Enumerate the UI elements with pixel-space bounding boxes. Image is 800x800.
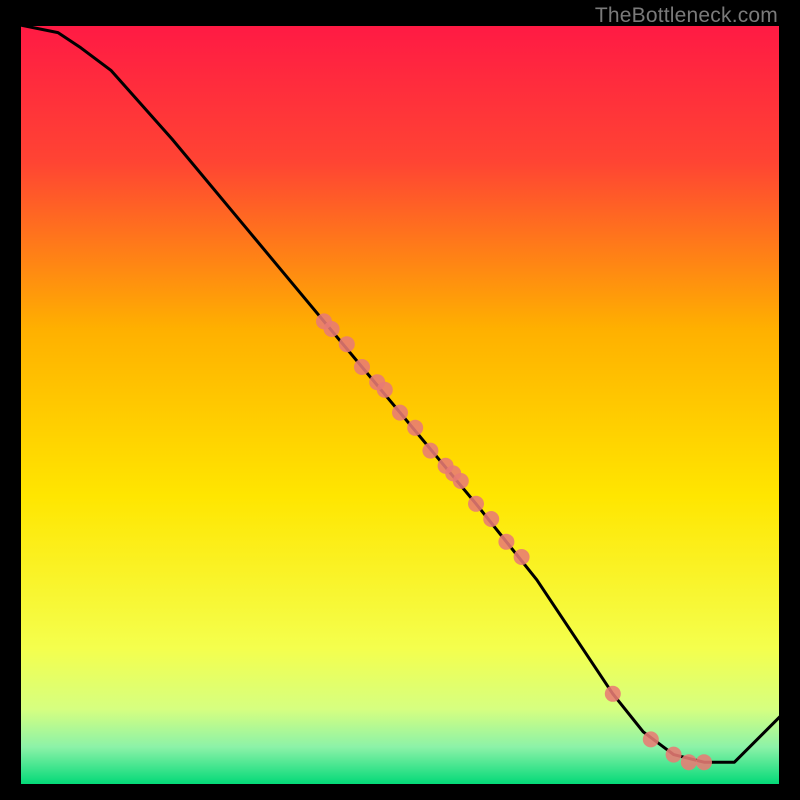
data-marker: [453, 473, 469, 489]
chart-frame: [20, 25, 780, 785]
data-marker: [422, 443, 438, 459]
data-marker: [643, 731, 659, 747]
data-marker: [354, 359, 370, 375]
data-marker: [514, 549, 530, 565]
data-marker: [392, 405, 408, 421]
data-marker: [324, 321, 340, 337]
data-marker: [377, 382, 393, 398]
data-marker: [468, 496, 484, 512]
data-marker: [498, 534, 514, 550]
data-marker: [681, 754, 697, 770]
data-marker: [483, 511, 499, 527]
bottleneck-chart: [20, 25, 780, 785]
data-marker: [696, 754, 712, 770]
data-marker: [605, 686, 621, 702]
data-marker: [407, 420, 423, 436]
data-marker: [666, 747, 682, 763]
data-marker: [339, 336, 355, 352]
